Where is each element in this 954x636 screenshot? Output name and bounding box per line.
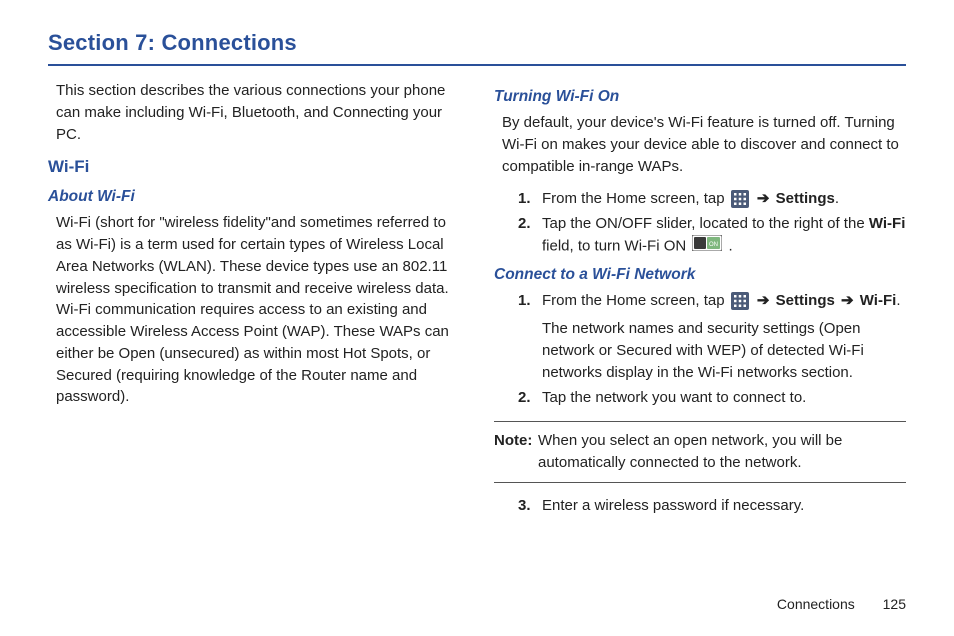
wifi-label: Wi-Fi: [860, 292, 897, 309]
step-connect-3: 3. Enter a wireless password if necessar…: [518, 495, 906, 517]
page-footer: Connections 125: [777, 596, 906, 612]
footer-page-number: 125: [883, 596, 906, 612]
about-wifi-paragraph: Wi-Fi (short for "wireless fidelity"and …: [56, 212, 460, 408]
intro-paragraph: This section describes the various conne…: [56, 80, 460, 145]
settings-label: Settings: [776, 190, 835, 207]
apps-grid-icon: [731, 190, 749, 208]
step-text-mid: field, to turn Wi-Fi ON: [542, 238, 690, 255]
step-body: Tap the network you want to connect to.: [542, 387, 906, 409]
step-body: From the Home screen, tap ➔ Setting: [542, 188, 906, 210]
step-number: 2.: [518, 213, 542, 258]
step-number: 1.: [518, 188, 542, 210]
heading-about-wifi: About Wi-Fi: [48, 186, 460, 208]
two-column-layout: This section describes the various conne…: [48, 80, 906, 520]
section-title: Section 7: Connections: [48, 30, 906, 66]
step-on-1: 1. From the Home screen, tap: [518, 188, 906, 210]
step-text: From the Home screen, tap: [542, 190, 729, 207]
note-body: When you select an open network, you wil…: [538, 430, 906, 474]
arrow-icon: ➔: [757, 292, 770, 309]
step-text: Tap the ON/OFF slider, located to the ri…: [542, 215, 869, 232]
note-block: Note: When you select an open network, y…: [494, 421, 906, 483]
left-column: This section describes the various conne…: [48, 80, 460, 520]
step-number: 3.: [518, 495, 542, 517]
step-body: Tap the ON/OFF slider, located to the ri…: [542, 213, 906, 258]
apps-grid-icon: [731, 292, 749, 310]
arrow-icon: ➔: [841, 292, 854, 309]
step-connect-1: 1. From the Home screen, tap: [518, 290, 906, 383]
step-body: From the Home screen, tap ➔ Setting: [542, 290, 906, 383]
step-tail: .: [729, 238, 733, 255]
arrow-icon: ➔: [757, 190, 770, 207]
right-column: Turning Wi-Fi On By default, your device…: [494, 80, 906, 520]
heading-wifi: Wi-Fi: [48, 155, 460, 180]
footer-section: Connections: [777, 596, 855, 612]
note-label: Note:: [494, 430, 538, 474]
step-tail: .: [835, 190, 839, 207]
heading-connect: Connect to a Wi-Fi Network: [494, 264, 906, 286]
step-tail: .: [896, 292, 900, 309]
step-number: 1.: [518, 290, 542, 383]
step-body: Enter a wireless password if necessary.: [542, 495, 906, 517]
step-text: From the Home screen, tap: [542, 292, 729, 309]
step-number: 2.: [518, 387, 542, 409]
svg-text:ON: ON: [709, 242, 718, 248]
step-on-2: 2. Tap the ON/OFF slider, located to the…: [518, 213, 906, 258]
settings-label: Settings: [776, 292, 835, 309]
step-sub-text: The network names and security settings …: [542, 318, 906, 383]
heading-turning-on: Turning Wi-Fi On: [494, 86, 906, 108]
turning-on-paragraph: By default, your device's Wi-Fi feature …: [502, 112, 906, 177]
wifi-label: Wi-Fi: [869, 215, 906, 232]
step-connect-2: 2. Tap the network you want to connect t…: [518, 387, 906, 409]
toggle-on-icon: ON: [692, 235, 722, 258]
